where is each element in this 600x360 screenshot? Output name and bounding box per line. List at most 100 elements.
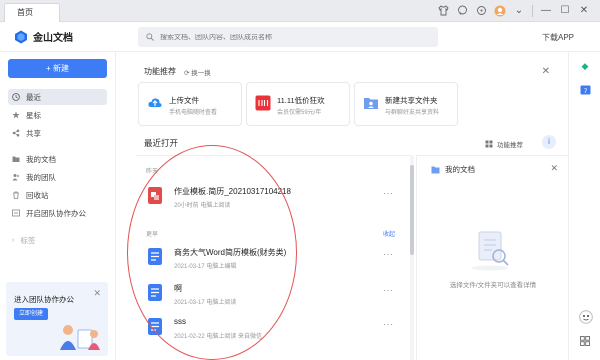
sidebar: + 新建 最近 星标 共享 我的文档 我的团队 回收站 开启团队协作办公 › 标… xyxy=(0,52,116,360)
sidebar-item-starred[interactable]: 星标 xyxy=(8,107,107,123)
more-icon[interactable]: ··· xyxy=(383,320,394,329)
card-subtitle: 与群聊好友共享资料 xyxy=(385,110,440,116)
card-subtitle: 会员仅需59元/年 xyxy=(277,110,322,116)
list-item[interactable]: 啊 2021-03-17 电脑上阅读 ··· xyxy=(136,280,406,308)
feature-recommend-label: 功能推荐 xyxy=(497,142,523,149)
sidebar-item-recent[interactable]: 最近 xyxy=(8,89,107,105)
sidebar-item-label: 回收站 xyxy=(26,190,49,200)
search-box[interactable] xyxy=(138,27,438,47)
create-team-button[interactable]: 立即创建 xyxy=(14,308,48,320)
search-input[interactable] xyxy=(160,33,430,41)
app-switch-icon[interactable]: ◆ xyxy=(579,60,591,72)
empty-state-illustration xyxy=(472,231,509,271)
right-rail: ◆ 7 xyxy=(568,52,600,360)
message-icon[interactable] xyxy=(456,5,468,17)
avatar[interactable] xyxy=(494,5,506,17)
file-meta: 2021-03-17 电脑上阅读 xyxy=(174,300,237,306)
divider xyxy=(532,5,533,17)
download-app-link[interactable]: 下载APP xyxy=(542,32,574,43)
grid-icon[interactable] xyxy=(579,336,591,348)
close-icon[interactable]: ✕ xyxy=(550,163,558,174)
collapse-link[interactable]: 收起 xyxy=(383,229,395,238)
sidebar-item-my-docs[interactable]: 我的文档 xyxy=(8,151,107,167)
info-icon[interactable]: i xyxy=(542,135,556,149)
maximize-icon[interactable]: ☐ xyxy=(559,5,571,17)
tab-home[interactable]: 首页 xyxy=(4,3,60,22)
assistant-avatar-icon[interactable] xyxy=(579,310,593,324)
folder-icon xyxy=(12,156,20,162)
collab-icon xyxy=(12,209,20,217)
chevron-right-icon: › xyxy=(12,236,15,244)
feature-card-shared-folder[interactable]: 新建共享文件夹 与群聊好友共享资料 xyxy=(354,82,458,126)
swap-button[interactable]: ⟳ 换一换 xyxy=(184,67,211,77)
more-icon[interactable]: ··· xyxy=(383,189,394,198)
scrollbar[interactable] xyxy=(410,155,414,360)
minimize-icon[interactable]: — xyxy=(540,5,552,17)
feature-header: 功能推荐 ⟳ 换一换 xyxy=(144,66,211,77)
app-logo[interactable]: 金山文档 xyxy=(14,29,73,44)
sidebar-item-my-team[interactable]: 我的团队 xyxy=(8,169,107,185)
card-title: 新建共享文件夹 xyxy=(385,96,438,105)
sidebar-item-label: 开启团队协作办公 xyxy=(26,208,86,218)
sidebar-item-shared[interactable]: 共享 xyxy=(8,125,107,141)
sidebar-item-label: 星标 xyxy=(26,110,41,120)
feature-card-upload[interactable]: 上传文件 手机电脑随时查看 xyxy=(138,82,242,126)
doc-file-icon xyxy=(148,318,162,335)
card-subtitle: 手机电脑随时查看 xyxy=(169,110,218,116)
folder-icon xyxy=(431,166,440,173)
sidebar-item-label: 我的团队 xyxy=(26,172,56,182)
team-icon xyxy=(12,174,20,181)
empty-state-text: 选择文件/文件夹可以查看详情 xyxy=(449,282,537,289)
sidebar-item-label: 共享 xyxy=(26,128,41,138)
section-yesterday: 昨天 xyxy=(146,169,159,175)
close-icon[interactable]: ✕ xyxy=(578,5,590,17)
star-icon xyxy=(12,111,20,119)
detail-panel: 我的文档 ✕ 选择文件/文件夹可以查看详情 xyxy=(416,155,568,360)
section-earlier: 更早 xyxy=(146,232,159,238)
list-item[interactable]: 作业模板.简历_20210317104218 20小时前 电脑上阅读 ··· xyxy=(136,183,406,211)
file-meta: 2021-03-17 电脑上编辑 xyxy=(174,264,237,270)
sidebar-tags-label: 标签 xyxy=(20,235,36,245)
sidebar-item-label: 我的文档 xyxy=(26,154,56,164)
file-name: 啊 xyxy=(174,284,182,293)
title-bar: 首页 ⌄ — ☐ ✕ xyxy=(0,0,600,22)
more-icon[interactable]: ··· xyxy=(383,286,394,295)
doc-file-icon xyxy=(148,284,162,301)
sidebar-item-trash[interactable]: 回收站 xyxy=(8,187,107,203)
share-icon xyxy=(12,129,20,137)
main-content: 功能推荐 ⟳ 换一换 ✕ 上传文件 手机电脑随时查看 11.11低价狂欢 会员仅… xyxy=(116,52,568,360)
title-bar-controls: ⌄ — ☐ ✕ xyxy=(437,4,590,18)
promo-1111-icon xyxy=(255,95,271,111)
file-name: 商务大气Word简历模板(财务类) xyxy=(174,248,287,257)
file-name: sss xyxy=(174,317,186,326)
calendar-icon[interactable]: 7 xyxy=(579,84,591,96)
card-title: 11.11低价狂欢 xyxy=(277,96,325,105)
shared-folder-icon xyxy=(364,98,378,109)
more-icon[interactable]: ··· xyxy=(383,250,394,259)
new-button[interactable]: + 新建 xyxy=(8,59,107,78)
list-item[interactable]: sss 2021-02-22 电脑上阅读 来自微信 ··· xyxy=(136,314,406,342)
close-icon[interactable]: ✕ xyxy=(93,288,101,299)
header: 金山文档 下载APP xyxy=(0,22,600,52)
app-name: 金山文档 xyxy=(33,33,73,44)
chevron-down-icon[interactable]: ⌄ xyxy=(513,5,525,17)
sidebar-item-label: 最近 xyxy=(26,92,41,102)
doc-file-icon xyxy=(148,248,162,265)
clock-icon xyxy=(12,93,20,101)
close-icon[interactable]: ✕ xyxy=(542,66,550,77)
recent-file-list: 昨天 作业模板.简历_20210317104218 20小时前 电脑上阅读 ··… xyxy=(136,155,413,360)
grid-icon xyxy=(485,140,493,148)
logo-icon xyxy=(15,30,27,43)
sidebar-tags[interactable]: › 标签 xyxy=(8,232,107,248)
feature-card-promo[interactable]: 11.11低价狂欢 会员仅需59元/年 xyxy=(246,82,350,126)
sidebar-item-collab[interactable]: 开启团队协作办公 xyxy=(8,205,107,221)
list-item[interactable]: 商务大气Word简历模板(财务类) 2021-03-17 电脑上编辑 ··· xyxy=(136,244,406,272)
scrollbar-thumb[interactable] xyxy=(410,165,414,255)
pdf-file-icon xyxy=(148,187,162,204)
detail-header: 我的文档 xyxy=(431,164,475,175)
notification-icon[interactable] xyxy=(475,5,487,17)
search-icon xyxy=(146,33,154,41)
shirt-icon[interactable] xyxy=(437,5,449,17)
feature-recommend-toggle[interactable]: 功能推荐 xyxy=(485,139,523,149)
svg-text:7: 7 xyxy=(583,88,587,95)
